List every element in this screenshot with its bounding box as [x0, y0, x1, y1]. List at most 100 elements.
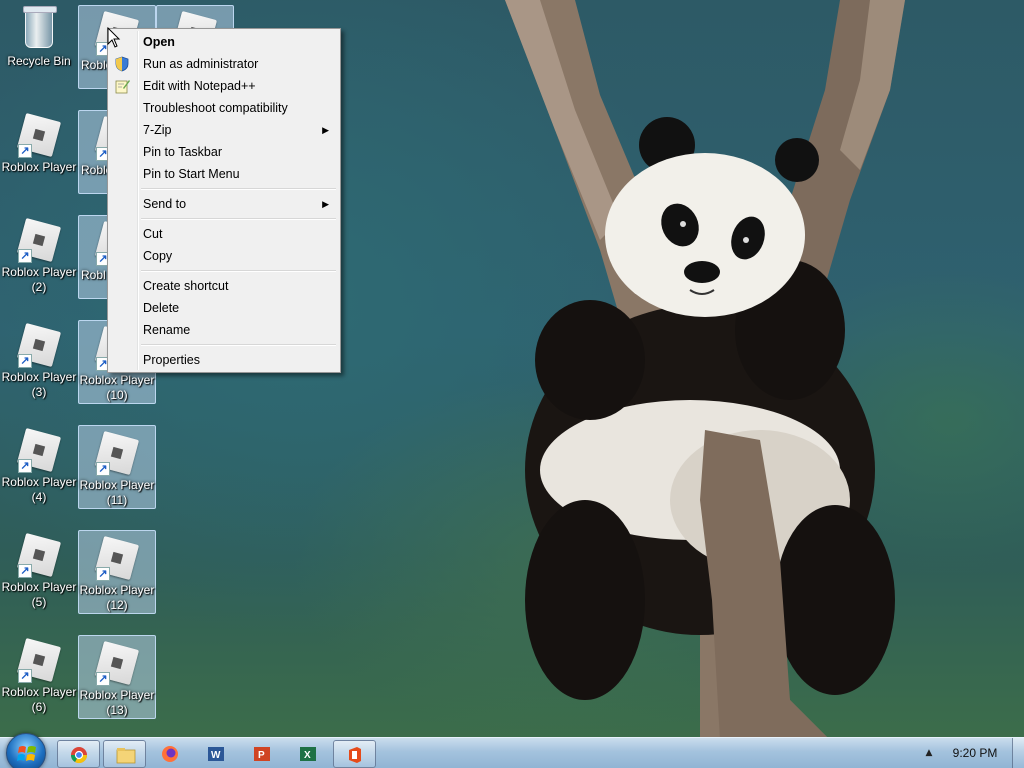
recycle-bin-icon[interactable]: Recycle Bin — [0, 2, 78, 84]
menu-item-label: Create shortcut — [143, 279, 229, 293]
menu-item-rename[interactable]: Rename — [110, 319, 338, 341]
context-menu: Open Run as administrator Edit with Note… — [107, 28, 341, 373]
shortcut-arrow-icon: ↗ — [18, 564, 32, 578]
roblox-icon: ↗ — [94, 640, 140, 686]
icon-label: Roblox Player (12) — [79, 583, 155, 612]
menu-item-create-shortcut[interactable]: Create shortcut — [110, 275, 338, 297]
notepad-plus-plus-icon — [115, 80, 130, 94]
menu-separator — [110, 267, 338, 275]
roblox-icon: ↗ — [16, 637, 62, 683]
menu-item-label: Cut — [143, 227, 163, 241]
mouse-pointer-icon — [107, 27, 121, 48]
desktop-shortcut-roblox-player-12[interactable]: ↗ Roblox Player (12) — [78, 530, 156, 614]
menu-item-label: Edit with Notepad++ — [143, 79, 256, 93]
icon-label: Roblox Player (5) — [1, 580, 77, 609]
menu-item-label: 7-Zip — [143, 123, 172, 137]
icon-label: Roblox Player — [1, 160, 77, 174]
menu-separator — [110, 185, 338, 193]
menu-item-edit-with-notepad-plus-plus[interactable]: Edit with Notepad++ — [110, 75, 338, 97]
icon-label: Recycle Bin — [7, 54, 71, 68]
roblox-icon: ↗ — [16, 532, 62, 578]
menu-item-delete[interactable]: Delete — [110, 297, 338, 319]
roblox-icon: ↗ — [16, 322, 62, 368]
start-button[interactable] — [6, 733, 46, 768]
menu-item-label: Run as administrator — [143, 57, 259, 71]
menu-item-troubleshoot-compatibility[interactable]: Troubleshoot compatibility — [110, 97, 338, 119]
submenu-arrow-icon: ▶ — [322, 125, 329, 135]
desktop-shortcut-roblox-player-3[interactable]: ↗ Roblox Player (3) — [0, 318, 78, 400]
icon-label: Roblox Player (11) — [79, 478, 155, 507]
menu-item-label: Send to — [143, 197, 187, 211]
menu-item-label: Properties — [143, 353, 200, 367]
explorer-icon — [116, 748, 136, 764]
show-hidden-icons-button[interactable]: ▲ — [922, 746, 936, 760]
menu-item-label: Pin to Taskbar — [143, 145, 222, 159]
powerpoint-icon: P — [254, 747, 270, 761]
roblox-icon: ↗ — [94, 535, 140, 581]
menu-separator — [110, 215, 338, 223]
show-desktop-button[interactable] — [1012, 738, 1024, 768]
uac-shield-icon — [115, 56, 129, 72]
shortcut-arrow-icon: ↗ — [96, 672, 110, 686]
trash-can-icon — [16, 6, 62, 52]
menu-item-run-as-administrator[interactable]: Run as administrator — [110, 53, 338, 75]
shortcut-arrow-icon: ↗ — [18, 669, 32, 683]
menu-separator — [110, 341, 338, 349]
menu-item-send-to[interactable]: Send to ▶ — [110, 193, 338, 215]
svg-text:X: X — [304, 750, 311, 761]
roblox-icon: ↗ — [94, 430, 140, 476]
shortcut-arrow-icon: ↗ — [18, 144, 32, 158]
submenu-arrow-icon: ▶ — [322, 199, 329, 209]
word-icon: W — [208, 747, 224, 761]
menu-item-copy[interactable]: Copy — [110, 245, 338, 267]
menu-item-label: Troubleshoot compatibility — [143, 101, 288, 115]
windows-logo-icon — [17, 746, 36, 761]
icon-label: Roblox Player (2) — [1, 265, 77, 294]
roblox-icon: ↗ — [16, 217, 62, 263]
taskbar-office-button[interactable] — [333, 740, 376, 768]
taskbar-word-button[interactable]: W — [195, 740, 238, 768]
icon-label: Roblox Player (3) — [1, 370, 77, 399]
desktop-shortcut-roblox-player[interactable]: ↗ Roblox Player — [0, 108, 78, 190]
taskbar-explorer-button[interactable] — [103, 740, 146, 768]
icon-label: Roblox Player (13) — [79, 688, 155, 717]
taskbar: W P X ▲ 9:20 PM — [0, 733, 1024, 768]
taskbar-firefox-button[interactable] — [149, 740, 192, 768]
menu-item-open[interactable]: Open — [110, 31, 338, 53]
menu-item-label: Open — [143, 35, 175, 49]
taskbar-powerpoint-button[interactable]: P — [241, 740, 284, 768]
menu-item-label: Rename — [143, 323, 191, 337]
menu-item-properties[interactable]: Properties — [110, 349, 338, 371]
desktop-shortcut-roblox-player-13[interactable]: ↗ Roblox Player (13) — [78, 635, 156, 719]
desktop-shortcut-roblox-player-4[interactable]: ↗ Roblox Player (4) — [0, 423, 78, 505]
svg-text:P: P — [258, 750, 265, 761]
desktop-shortcut-roblox-player-2[interactable]: ↗ Roblox Player (2) — [0, 213, 78, 295]
icon-label: Roblox Player (10) — [79, 373, 155, 402]
menu-item-label: Delete — [143, 301, 180, 315]
shortcut-arrow-icon: ↗ — [96, 462, 110, 476]
desktop-shortcut-roblox-player-6[interactable]: ↗ Roblox Player (6) — [0, 633, 78, 715]
menu-item-label: Copy — [143, 249, 173, 263]
menu-item-label: Pin to Start Menu — [143, 167, 240, 181]
shortcut-arrow-icon: ↗ — [96, 567, 110, 581]
desktop-shortcut-roblox-player-5[interactable]: ↗ Roblox Player (5) — [0, 528, 78, 610]
roblox-icon: ↗ — [16, 427, 62, 473]
taskbar-clock[interactable]: 9:20 PM — [945, 738, 1005, 768]
firefox-icon — [162, 746, 178, 762]
shortcut-arrow-icon: ↗ — [18, 459, 32, 473]
menu-item-pin-to-taskbar[interactable]: Pin to Taskbar — [110, 141, 338, 163]
menu-item-7-zip[interactable]: 7-Zip ▶ — [110, 119, 338, 141]
svg-text:W: W — [211, 750, 221, 761]
menu-item-cut[interactable]: Cut — [110, 223, 338, 245]
excel-icon: X — [300, 747, 316, 761]
shortcut-arrow-icon: ↗ — [18, 249, 32, 263]
roblox-icon: ↗ — [16, 112, 62, 158]
office-icon — [349, 747, 361, 763]
icon-label: Roblox Player (4) — [1, 475, 77, 504]
taskbar-chrome-button[interactable] — [57, 740, 100, 768]
taskbar-excel-button[interactable]: X — [287, 740, 330, 768]
shortcut-arrow-icon: ↗ — [18, 354, 32, 368]
menu-item-pin-to-start-menu[interactable]: Pin to Start Menu — [110, 163, 338, 185]
icon-label: Roblox Player (6) — [1, 685, 77, 714]
desktop-shortcut-roblox-player-11[interactable]: ↗ Roblox Player (11) — [78, 425, 156, 509]
